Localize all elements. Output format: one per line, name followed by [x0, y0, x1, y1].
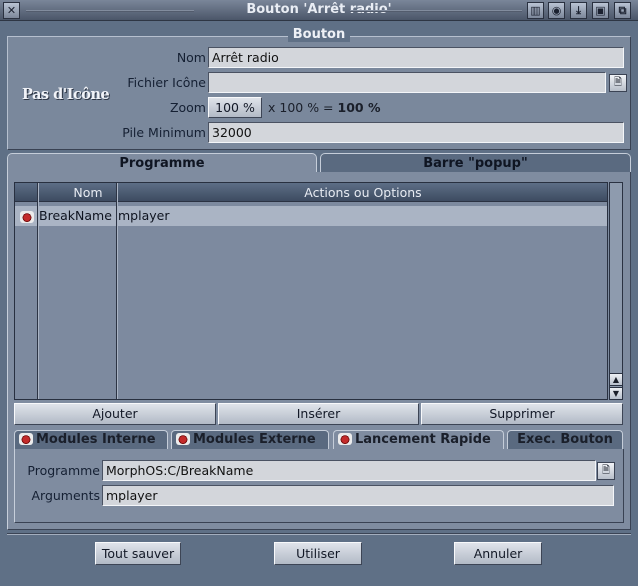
ajouter-button[interactable]: Ajouter [14, 403, 216, 425]
nom-label: Nom [176, 50, 206, 65]
file-requester-icon[interactable]: 🗎 [609, 74, 627, 92]
row-action: mplayer [118, 208, 170, 223]
pile-minimum-field[interactable]: 32000 [208, 122, 624, 143]
tab-modules-externe[interactable]: Modules Externe [171, 430, 329, 450]
annuler-button[interactable]: Annuler [454, 542, 542, 565]
arguments-field[interactable]: mplayer [102, 485, 614, 506]
nom-field[interactable]: Arrêt radio [208, 47, 624, 68]
module-interne-icon [19, 433, 33, 445]
list-row-selected[interactable]: BreakName mplayer [15, 206, 607, 226]
lancement-icon [338, 433, 352, 445]
column-divider [37, 206, 39, 226]
footer-separator [7, 533, 631, 535]
depth-down-icon[interactable]: ⤓ [570, 2, 587, 19]
list-header: Nom Actions ou Options [15, 183, 607, 202]
iconify-icon[interactable]: ▥ [527, 2, 544, 19]
zoom-result: 100 % [337, 100, 381, 115]
tab-barre-popup[interactable]: Barre "popup" [320, 153, 631, 173]
column-header-actions[interactable]: Actions ou Options [119, 185, 607, 200]
list-scrollbar[interactable] [609, 182, 623, 400]
zoom-cycle-button[interactable]: 100 % [208, 97, 262, 118]
zoom-label: Zoom [169, 100, 206, 115]
fichier-icone-label: Fichier Icône [127, 75, 206, 90]
programme-field[interactable]: MorphOS:C/BreakName [102, 460, 596, 481]
file-requester-icon[interactable]: 🗎 [597, 462, 615, 480]
bouton-group-title: Bouton [292, 27, 346, 42]
tout-sauver-button[interactable]: Tout sauver [95, 542, 181, 565]
zoom-equation: x 100 % = 100 % [268, 100, 380, 115]
inserer-button[interactable]: Insérer [218, 403, 419, 425]
tab-programme[interactable]: Programme [7, 153, 317, 173]
title-decoration-right [350, 10, 522, 12]
arguments-label: Arguments [31, 488, 100, 503]
snapshot-icon[interactable]: ◉ [548, 2, 565, 19]
supprimer-button[interactable]: Supprimer [421, 403, 623, 425]
row-nom: BreakName [39, 208, 112, 223]
tab-exec-bouton[interactable]: Exec. Bouton [507, 430, 623, 450]
scroll-down-icon[interactable]: ▼ [609, 387, 623, 400]
column-divider [116, 206, 118, 226]
module-externe-icon [176, 433, 190, 445]
scroll-up-icon[interactable]: ▲ [609, 373, 623, 386]
screen-icon[interactable]: ▣ [592, 2, 609, 19]
zoom-icon[interactable]: ⧉ [614, 2, 631, 19]
tab-lancement-rapide-label: Lancement Rapide [355, 432, 491, 447]
utiliser-button[interactable]: Utiliser [274, 542, 362, 565]
zoom-suffix: x 100 % = [268, 100, 338, 115]
tab-lancement-rapide[interactable]: Lancement Rapide [333, 430, 504, 450]
no-icon-placeholder[interactable]: Pas d'Icône [22, 86, 110, 103]
fichier-icone-field[interactable] [208, 72, 606, 93]
tab-modules-externe-label: Modules Externe [193, 432, 316, 447]
break-icon [20, 209, 37, 224]
tab-modules-interne-label: Modules Interne [36, 432, 156, 447]
tab-modules-interne[interactable]: Modules Interne [14, 430, 168, 450]
programme-label: Programme [27, 463, 100, 478]
pile-minimum-label: Pile Minimum [122, 125, 206, 140]
